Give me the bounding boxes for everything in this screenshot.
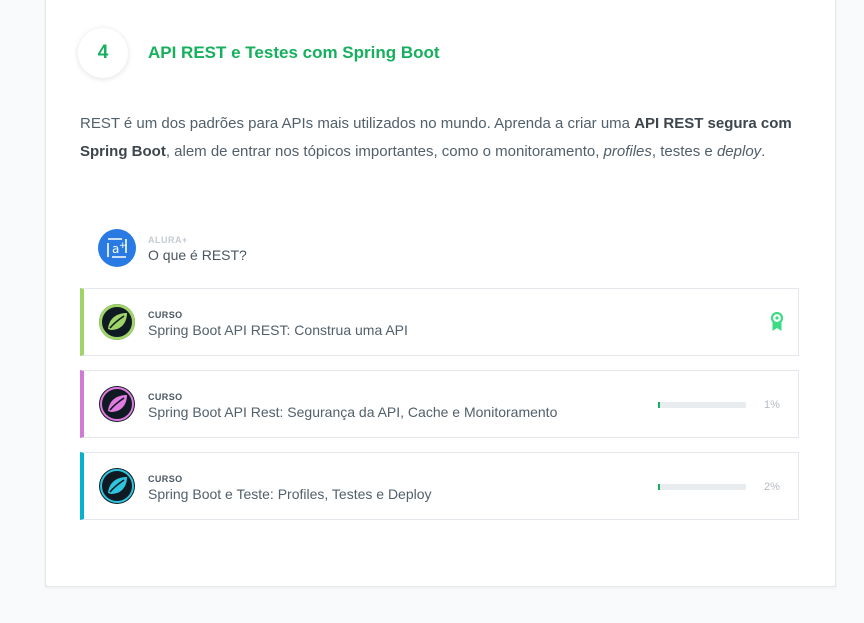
progress-percent: 2% bbox=[764, 481, 780, 493]
course-title[interactable]: Spring Boot API REST: Construa uma API bbox=[148, 322, 408, 338]
course-kind: CURSO bbox=[148, 310, 183, 320]
course-item-3[interactable]: CURSO Spring Boot e Teste: Profiles, Tes… bbox=[80, 452, 799, 520]
progress-percent: 1% bbox=[764, 399, 780, 411]
alura-plus-icon: a + bbox=[98, 229, 136, 267]
alura-plus-title[interactable]: O que é REST? bbox=[148, 247, 247, 263]
section-description: REST é um dos padrões para APIs mais uti… bbox=[80, 115, 792, 160]
progress-bar bbox=[658, 402, 746, 408]
certificate-icon bbox=[770, 311, 784, 332]
section-title: API REST e Testes com Spring Boot bbox=[148, 43, 440, 62]
progress-bar bbox=[658, 484, 746, 490]
course-item-1[interactable]: CURSO Spring Boot API REST: Construa uma… bbox=[80, 288, 799, 356]
spring-leaf-icon bbox=[99, 468, 135, 504]
svg-text:+: + bbox=[119, 241, 127, 251]
course-title[interactable]: Spring Boot e Teste: Profiles, Testes e … bbox=[148, 486, 432, 502]
course-kind: CURSO bbox=[148, 392, 183, 402]
spring-leaf-icon bbox=[99, 386, 135, 422]
course-item-2[interactable]: CURSO Spring Boot API Rest: Segurança da… bbox=[80, 370, 799, 438]
step-number-badge: 4 bbox=[78, 28, 128, 78]
course-title[interactable]: Spring Boot API Rest: Segurança da API, … bbox=[148, 404, 557, 420]
alura-plus-kind: ALURA+ bbox=[148, 235, 188, 245]
course-kind: CURSO bbox=[148, 474, 183, 484]
progress-bar-fill bbox=[658, 484, 660, 490]
spring-leaf-icon bbox=[99, 304, 135, 340]
progress-bar-fill bbox=[658, 402, 660, 408]
